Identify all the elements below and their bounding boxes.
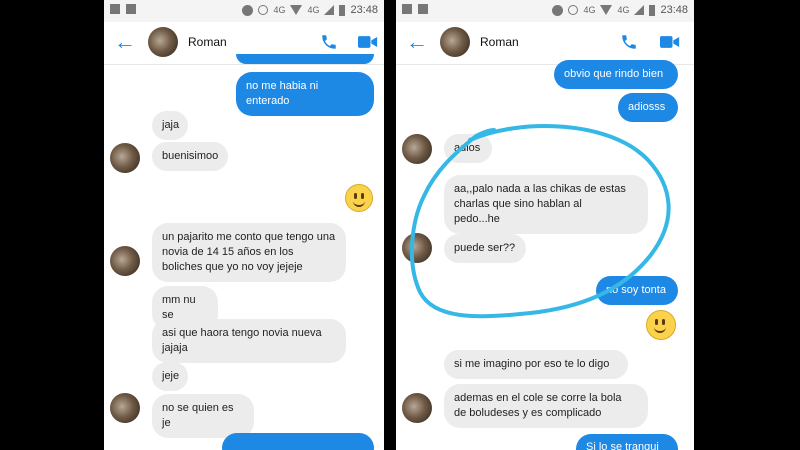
signal-icon — [324, 5, 335, 15]
message-bubble-sent[interactable]: Si lo se tranqui — [576, 434, 678, 450]
contact-avatar-small — [402, 233, 432, 263]
signal-icon — [634, 5, 645, 15]
clock-time: 23:48 — [660, 4, 688, 16]
network-type-secondary: 4G — [307, 5, 320, 15]
contact-name[interactable]: Roman — [188, 35, 227, 49]
do-not-disturb-icon — [242, 4, 254, 16]
contact-avatar[interactable] — [440, 27, 470, 57]
message-bubble-received[interactable]: no se quien es je — [152, 394, 254, 438]
alarm-icon — [568, 5, 579, 15]
wifi-icon — [600, 5, 613, 15]
chat-panel-right: 4G 4G 23:48 ← Roman obvio que rindo bien… — [396, 0, 694, 450]
message-bubble-received[interactable]: jeje — [152, 362, 188, 391]
conversation-header: ← Roman — [396, 22, 694, 65]
chat-panel-left: 4G 4G 23:48 ← Roman no me habia ni enter… — [104, 0, 384, 450]
phone-call-icon[interactable] — [620, 33, 638, 51]
message-bubble-received[interactable]: adios — [444, 134, 492, 163]
contact-avatar-small — [110, 143, 140, 173]
video-call-icon[interactable] — [358, 34, 378, 50]
battery-icon — [649, 4, 656, 16]
phone-call-icon[interactable] — [320, 33, 338, 51]
message-bubble-partial[interactable] — [236, 54, 374, 64]
contact-avatar-small — [402, 393, 432, 423]
image-notification-icon — [402, 4, 412, 14]
clock-time: 23:48 — [350, 4, 378, 16]
status-bar: 4G 4G 23:48 — [396, 0, 694, 22]
network-type: 4G — [583, 5, 596, 15]
back-arrow-icon[interactable]: ← — [114, 31, 136, 53]
message-bubble-received[interactable]: jaja — [152, 111, 188, 140]
contact-avatar-small — [110, 393, 140, 423]
sd-card-icon — [418, 4, 428, 14]
message-bubble-received[interactable]: buenisimoo — [152, 142, 228, 171]
status-bar: 4G 4G 23:48 — [104, 0, 384, 22]
message-bubble-sent[interactable]: no me habia ni enterado — [236, 72, 374, 116]
contact-avatar-small — [402, 134, 432, 164]
message-bubble-received[interactable]: puede ser?? — [444, 234, 526, 263]
network-type: 4G — [273, 5, 286, 15]
message-bubble-received[interactable]: un pajarito me conto que tengo una novia… — [152, 223, 346, 282]
back-arrow-icon[interactable]: ← — [406, 31, 428, 53]
message-bubble-received[interactable]: ademas en el cole se corre la bola de bo… — [444, 384, 648, 428]
do-not-disturb-icon — [552, 4, 564, 16]
battery-icon — [339, 4, 346, 16]
message-bubble-received[interactable]: si me imagino por eso te lo digo — [444, 350, 628, 379]
message-bubble-sent[interactable]: adiosss — [618, 93, 678, 122]
smiley-emoji-icon[interactable] — [646, 310, 676, 340]
message-bubble-partial[interactable] — [222, 433, 374, 450]
alarm-icon — [258, 5, 269, 15]
wifi-icon — [290, 5, 303, 15]
image-notification-icon — [110, 4, 120, 14]
contact-avatar-small — [110, 246, 140, 276]
message-bubble-received[interactable]: aa,,palo nada a las chikas de estas char… — [444, 175, 648, 234]
network-type-secondary: 4G — [617, 5, 630, 15]
contact-name[interactable]: Roman — [480, 35, 519, 49]
sd-card-icon — [126, 4, 136, 14]
message-bubble-sent[interactable]: obvio que rindo bien — [554, 60, 678, 89]
video-call-icon[interactable] — [660, 34, 680, 50]
message-bubble-received[interactable]: asi que haora tengo novia nueva jajaja — [152, 319, 346, 363]
smiley-emoji-icon[interactable] — [345, 184, 373, 212]
message-bubble-sent[interactable]: no soy tonta — [596, 276, 678, 305]
contact-avatar[interactable] — [148, 27, 178, 57]
